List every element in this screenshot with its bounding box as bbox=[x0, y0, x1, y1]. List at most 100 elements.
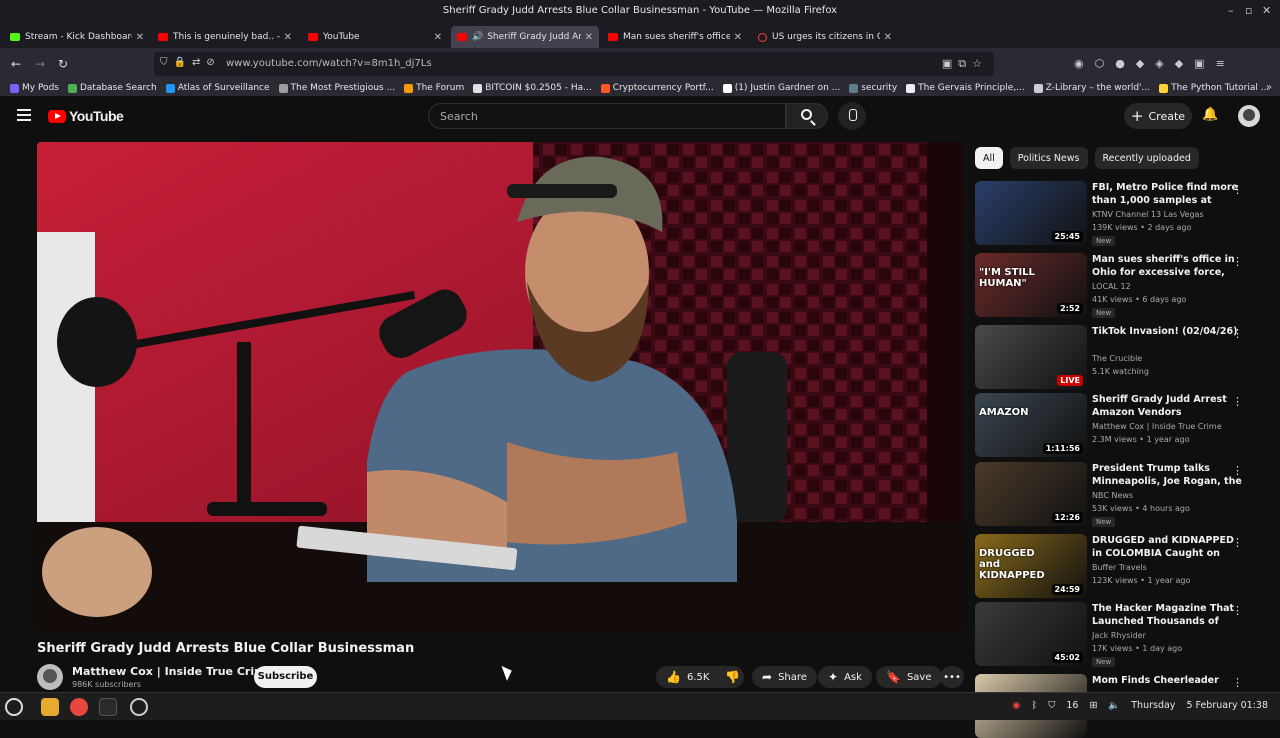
site-info-icon[interactable]: ⛉🔒⇄⊘ bbox=[160, 57, 221, 68]
recommendation-title[interactable]: Man sues sheriff's office in Ohio for ex… bbox=[1092, 253, 1244, 280]
close-tab-icon[interactable]: ✕ bbox=[585, 32, 593, 43]
reload-icon[interactable]: ↻ bbox=[58, 57, 68, 71]
files-icon[interactable] bbox=[41, 698, 59, 716]
more-actions-button[interactable]: ••• bbox=[940, 666, 964, 688]
bookmark-item[interactable]: The Forum bbox=[404, 83, 464, 93]
bookmark-item[interactable]: The Python Tutorial ... bbox=[1159, 83, 1269, 93]
recommendation-item[interactable]: 12:26 President Trump talks Minneapolis, … bbox=[975, 462, 1265, 527]
more-vertical-icon[interactable]: ⋮ bbox=[1232, 183, 1243, 196]
account-avatar[interactable] bbox=[1238, 105, 1260, 127]
like-icon[interactable]: 👍 bbox=[666, 670, 681, 684]
bookmark-item[interactable]: (1) Justin Gardner on ... bbox=[722, 83, 840, 93]
video-thumbnail[interactable]: "I'M STILL HUMAN" 2:52 bbox=[975, 253, 1087, 317]
firefox-icon[interactable] bbox=[70, 698, 88, 716]
recommendation-item[interactable]: 45:02 The Hacker Magazine That Launched T… bbox=[975, 602, 1265, 667]
minimize-icon[interactable]: – bbox=[1228, 4, 1234, 17]
chip-recently-uploaded[interactable]: Recently uploaded bbox=[1094, 147, 1199, 169]
channel-avatar[interactable] bbox=[37, 664, 63, 690]
shield-icon[interactable]: ⛉ bbox=[1048, 700, 1055, 711]
search-button[interactable] bbox=[786, 103, 828, 129]
extensions-icon[interactable]: ◉⬡●◆◈◆▣≡ bbox=[1074, 57, 1236, 70]
back-icon[interactable]: ← bbox=[11, 57, 21, 71]
video-player[interactable] bbox=[37, 142, 963, 632]
recommendation-title[interactable]: Sheriff Grady Judd Arrest Amazon Vendors bbox=[1092, 393, 1244, 419]
close-tab-icon[interactable]: ✕ bbox=[434, 32, 442, 43]
clock-date[interactable]: 5 February 01:38 bbox=[1186, 700, 1268, 711]
more-vertical-icon[interactable]: ⋮ bbox=[1232, 327, 1243, 340]
dislike-icon[interactable]: 👎 bbox=[725, 670, 740, 684]
like-count[interactable]: 6.5K bbox=[687, 672, 709, 683]
bookmark-star-icon[interactable]: ▣⧉☆ bbox=[942, 57, 988, 71]
network-icon[interactable]: ◉ bbox=[1012, 700, 1020, 711]
close-tab-icon[interactable]: ✕ bbox=[884, 32, 892, 43]
terminal-icon[interactable] bbox=[99, 698, 117, 716]
share-button[interactable]: ➦ Share bbox=[752, 666, 817, 688]
more-vertical-icon[interactable]: ⋮ bbox=[1232, 255, 1243, 268]
recommendation-title[interactable]: The Hacker Magazine That Launched Thousa… bbox=[1092, 602, 1244, 629]
chip-all[interactable]: All bbox=[975, 147, 1003, 169]
forward-icon[interactable]: → bbox=[35, 57, 45, 71]
youtube-logo[interactable]: YouTube bbox=[48, 108, 124, 124]
video-thumbnail[interactable]: 45:02 bbox=[975, 602, 1087, 666]
recommendation-title[interactable]: Mom Finds Cheerleader bbox=[1092, 674, 1244, 687]
recommendation-item[interactable]: LIVE TikTok Invasion! (02/04/26) The Cruci… bbox=[975, 325, 1265, 389]
ask-button[interactable]: ✦ Ask bbox=[818, 666, 872, 688]
more-vertical-icon[interactable]: ⋮ bbox=[1232, 676, 1243, 689]
bluetooth-icon[interactable]: ᛒ bbox=[1032, 700, 1038, 711]
recommendation-title[interactable]: FBI, Metro Police find more than 1,000 s… bbox=[1092, 181, 1244, 208]
wifi-icon[interactable]: ⊞ bbox=[1089, 700, 1097, 711]
bookmark-item[interactable]: My Pods bbox=[10, 83, 59, 93]
start-menu-icon[interactable] bbox=[5, 698, 23, 716]
tab-man-sues-sheriff[interactable]: Man sues sheriff's office in✕ bbox=[602, 26, 748, 48]
clock-day[interactable]: Thursday bbox=[1131, 700, 1175, 711]
tab-sheriff-grady-judd[interactable]: 🔊 Sheriff Grady Judd Arre ✕ bbox=[451, 26, 599, 48]
notifications-icon[interactable]: 🔔 bbox=[1202, 107, 1218, 122]
bookmark-item[interactable]: security bbox=[849, 83, 897, 93]
video-thumbnail[interactable]: 12:26 bbox=[975, 462, 1087, 526]
bookmark-item[interactable]: Database Search bbox=[67, 83, 157, 93]
more-vertical-icon[interactable]: ⋮ bbox=[1232, 536, 1243, 549]
subscribe-button[interactable]: Subscribe bbox=[254, 666, 317, 688]
tab-us-urges-cuba[interactable]: US urges its citizens in Cuba✕ bbox=[752, 26, 898, 48]
recommendation-title[interactable]: TikTok Invasion! (02/04/26) bbox=[1092, 325, 1244, 338]
close-window-icon[interactable]: ✕ bbox=[1262, 4, 1271, 17]
recommendation-item[interactable]: "I'M STILL HUMAN" 2:52 Man sues sheriff's … bbox=[975, 253, 1265, 318]
bookmark-item[interactable]: Atlas of Surveillance bbox=[165, 83, 270, 93]
search-input[interactable]: Search bbox=[428, 103, 786, 129]
tab-youtube[interactable]: YouTube ✕ bbox=[302, 26, 448, 48]
bookmark-item[interactable]: Cryptocurrency Portf... bbox=[600, 83, 714, 93]
audio-playing-icon[interactable]: 🔊 bbox=[472, 32, 483, 42]
app-icon[interactable] bbox=[130, 698, 148, 716]
voice-search-button[interactable] bbox=[838, 102, 866, 130]
url-text[interactable]: www.youtube.com/watch?v=8m1h_dj7Ls bbox=[226, 58, 432, 69]
more-vertical-icon[interactable]: ⋮ bbox=[1232, 604, 1243, 617]
menu-icon[interactable] bbox=[17, 109, 31, 121]
video-thumbnail[interactable]: AMAZON 1:11:56 bbox=[975, 393, 1087, 457]
save-button[interactable]: 🔖 Save bbox=[876, 666, 942, 688]
recommendation-title[interactable]: President Trump talks Minneapolis, Joe R… bbox=[1092, 462, 1244, 489]
tab-kick-dashboard[interactable]: Stream - Kick Dashboard ✕ bbox=[4, 26, 150, 48]
video-thumbnail[interactable]: 25:45 bbox=[975, 181, 1087, 245]
recommendation-item[interactable]: DRUGGED and KIDNAPPED 24:59 DRUGGED and KI… bbox=[975, 534, 1265, 598]
more-bookmarks-icon[interactable]: » bbox=[1266, 82, 1272, 93]
video-thumbnail[interactable]: LIVE bbox=[975, 325, 1087, 389]
updates-count[interactable]: 16 bbox=[1066, 700, 1078, 711]
more-vertical-icon[interactable]: ⋮ bbox=[1232, 464, 1243, 477]
chip-politics-news[interactable]: Politics News bbox=[1009, 147, 1088, 169]
bookmark-item[interactable]: The Most Prestigious ... bbox=[278, 83, 395, 93]
more-vertical-icon[interactable]: ⋮ bbox=[1232, 395, 1243, 408]
bookmark-item[interactable]: BITCOIN $0.2505 - Ha... bbox=[473, 83, 592, 93]
close-tab-icon[interactable]: ✕ bbox=[284, 32, 292, 43]
maximize-icon[interactable]: ▫ bbox=[1245, 4, 1252, 17]
volume-icon[interactable]: 🔈 bbox=[1108, 700, 1120, 711]
close-tab-icon[interactable]: ✕ bbox=[734, 32, 742, 43]
tab-genuinely-bad[interactable]: This is genuinely bad.. - You✕ bbox=[152, 26, 298, 48]
bookmark-item[interactable]: The Gervais Principle,... bbox=[906, 83, 1025, 93]
close-tab-icon[interactable]: ✕ bbox=[136, 32, 144, 43]
recommendation-item[interactable]: AMAZON 1:11:56 Sheriff Grady Judd Arrest A… bbox=[975, 393, 1265, 457]
recommendation-item[interactable]: 25:45 FBI, Metro Police find more than 1,… bbox=[975, 181, 1265, 246]
video-thumbnail[interactable]: DRUGGED and KIDNAPPED 24:59 bbox=[975, 534, 1087, 598]
bookmark-item[interactable]: Z-Library – the world'... bbox=[1033, 83, 1150, 93]
create-button[interactable]: + Create bbox=[1124, 103, 1192, 129]
recommendation-title[interactable]: DRUGGED and KIDNAPPED in COLOMBIA Caught… bbox=[1092, 534, 1244, 561]
